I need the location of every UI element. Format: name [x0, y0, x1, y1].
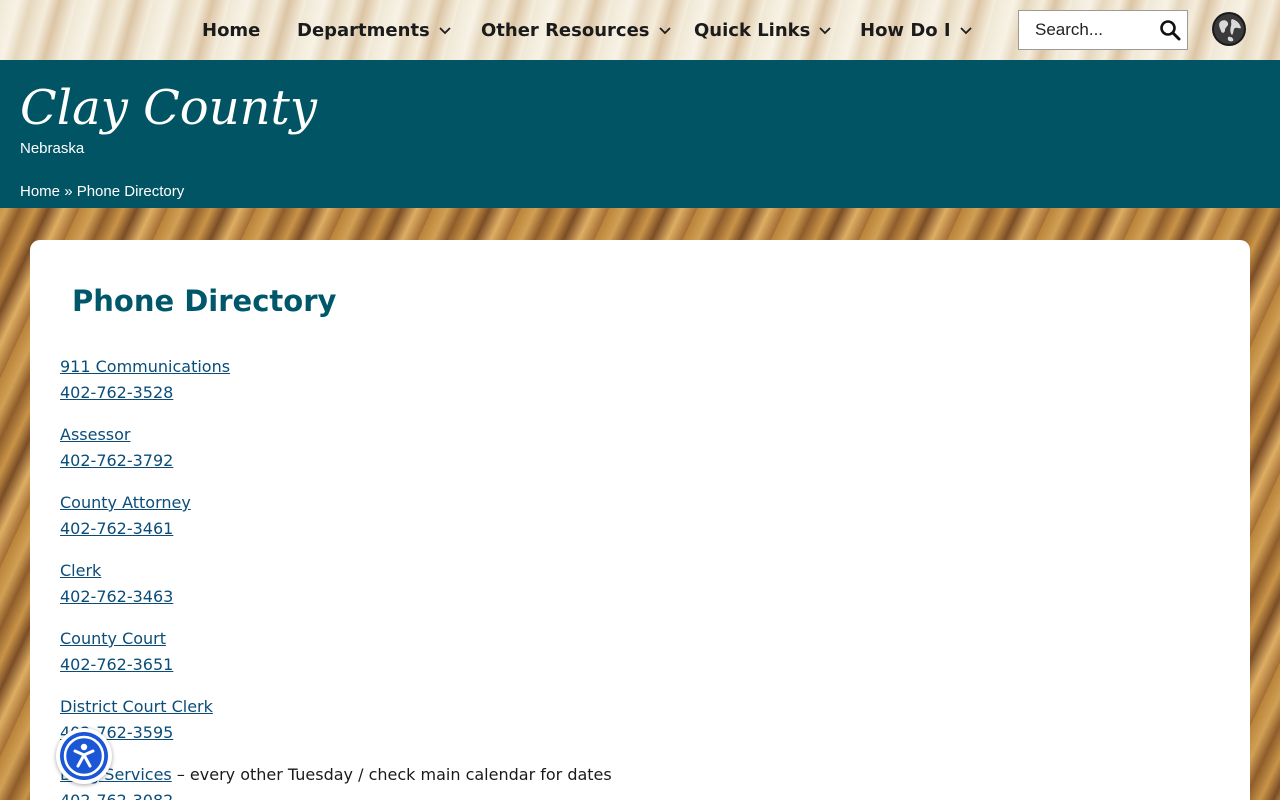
nav-other-resources[interactable]: Other Resources	[481, 16, 672, 44]
content-card: Phone Directory 911 Communications 402-7…	[30, 240, 1250, 800]
nav-departments[interactable]: Departments	[297, 16, 452, 44]
site-logo-subtitle: Nebraska	[20, 140, 85, 157]
list-item: Drug Services – every other Tuesday / ch…	[60, 762, 1160, 800]
breadcrumb: Home » Phone Directory	[20, 183, 184, 200]
nav-quick-links-label: Quick Links	[694, 19, 811, 41]
globe-icon[interactable]	[1211, 11, 1247, 47]
list-item: Assessor 402-762-3792	[60, 422, 1160, 490]
breadcrumb-home-link[interactable]: Home	[20, 183, 60, 200]
list-item: Clerk 402-762-3463	[60, 558, 1160, 626]
chevron-down-icon	[658, 27, 671, 35]
nav-other-resources-label: Other Resources	[481, 19, 650, 41]
breadcrumb-separator: »	[64, 183, 73, 200]
site-logo-title[interactable]: Clay County	[20, 78, 317, 138]
nav-how-do-i[interactable]: How Do I	[860, 16, 973, 44]
list-item: County Attorney 402-762-3461	[60, 490, 1160, 558]
department-link[interactable]: County Court	[60, 629, 166, 648]
nav-home[interactable]: Home	[202, 16, 260, 44]
phone-link[interactable]: 402-762-3651	[60, 655, 173, 674]
phone-directory-list: 911 Communications 402-762-3528 Assessor…	[60, 354, 1160, 800]
page-title: Phone Directory	[72, 284, 337, 318]
search-box	[1018, 10, 1188, 50]
accessibility-icon[interactable]	[56, 728, 112, 784]
list-item: County Court 402-762-3651	[60, 626, 1160, 694]
nav-home-label: Home	[202, 19, 261, 41]
chevron-down-icon	[819, 27, 831, 35]
nav-how-do-i-label: How Do I	[860, 19, 951, 41]
search-icon[interactable]	[1159, 19, 1181, 41]
phone-link[interactable]: 402-762-3463	[60, 587, 173, 606]
phone-link[interactable]: 402-762-3792	[60, 451, 173, 470]
breadcrumb-current: Phone Directory	[76, 183, 185, 200]
phone-link[interactable]: 402-762-3461	[60, 519, 173, 538]
phone-link[interactable]: 402-762-3082	[60, 791, 173, 800]
list-item: 911 Communications 402-762-3528	[60, 354, 1160, 422]
department-link[interactable]: Assessor	[60, 425, 131, 444]
chevron-down-icon	[439, 27, 451, 35]
list-item: District Court Clerk 402-762-3595	[60, 694, 1160, 762]
department-link[interactable]: Clerk	[60, 561, 101, 580]
chevron-down-icon	[959, 27, 972, 35]
nav-departments-label: Departments	[297, 19, 430, 41]
search-input[interactable]	[1019, 11, 1157, 49]
phone-link[interactable]: 402-762-3528	[60, 383, 173, 402]
entry-note: – every other Tuesday / check main calen…	[171, 765, 612, 784]
site-header: Clay County Nebraska Home » Phone Direct…	[0, 60, 1280, 208]
department-link[interactable]: 911 Communications	[60, 357, 230, 376]
department-link[interactable]: County Attorney	[60, 493, 191, 512]
department-link[interactable]: District Court Clerk	[60, 697, 213, 716]
nav-quick-links[interactable]: Quick Links	[694, 16, 832, 44]
